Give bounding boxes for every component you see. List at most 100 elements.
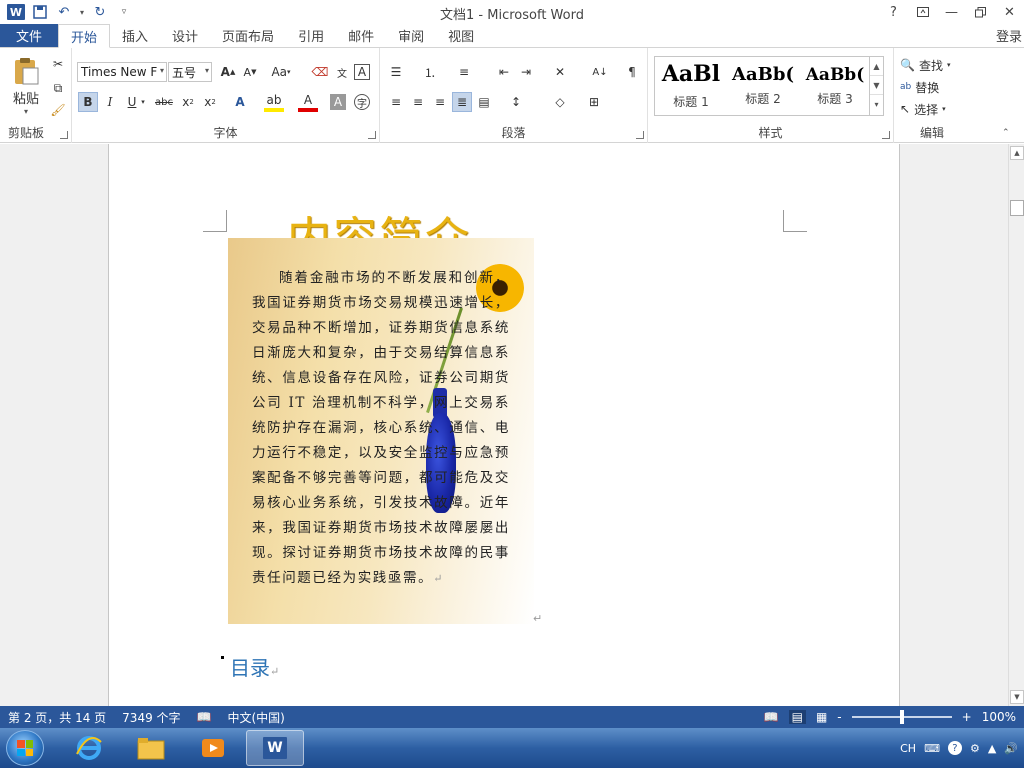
justify-icon[interactable]: ≣ (452, 92, 472, 112)
show-hidden-icons-icon[interactable]: ▲ (988, 742, 996, 755)
tab-file[interactable]: 文件 (0, 24, 58, 47)
word-count[interactable]: 7349 个字 (114, 709, 188, 726)
text-effects-icon[interactable]: A (230, 92, 250, 112)
distributed-icon[interactable]: ▤ (474, 92, 494, 112)
tab-references[interactable]: 引用 (286, 24, 336, 47)
show-formatting-marks-icon[interactable]: ¶ (622, 62, 642, 82)
font-name-combo[interactable]: Times New F ▾ (77, 62, 167, 82)
enclose-characters-icon[interactable]: 字 (354, 94, 370, 110)
collapse-ribbon-icon[interactable]: ⌃ (1002, 128, 1010, 138)
internet-explorer-icon[interactable] (60, 730, 118, 766)
multilevel-list-icon[interactable]: ≡ (454, 62, 474, 82)
login-link[interactable]: 登录 (996, 26, 1022, 45)
intro-paragraph[interactable]: 随着金融市场的不断发展和创新，我国证券期货市场交易规模迅速增长，交易品种不断增加… (252, 266, 510, 591)
decrease-indent-icon[interactable]: ⇤ (494, 62, 514, 82)
redo-icon[interactable]: ↻ (90, 2, 110, 22)
paragraph-launcher-icon[interactable] (636, 131, 644, 139)
highlight-color-icon[interactable]: ab (264, 92, 284, 112)
document-page[interactable]: 内容简介↵ 随着金融市场的不断发展和创新，我国证券期货市场交易规模迅速增长，交易… (108, 144, 900, 706)
bullets-icon[interactable]: ☰ (386, 62, 406, 82)
style-heading-1[interactable]: AaBl 标题 1 (655, 57, 727, 115)
print-layout-icon[interactable]: ▤ (788, 710, 806, 724)
word-app-icon[interactable]: W (6, 2, 26, 22)
restore-icon[interactable] (966, 0, 995, 24)
zoom-out-button[interactable]: - (837, 710, 841, 724)
web-layout-icon[interactable]: ▦ (816, 710, 827, 724)
styles-scroll-down-icon[interactable]: ▼ (870, 76, 883, 95)
align-right-icon[interactable]: ≡ (430, 92, 450, 112)
underline-dropdown-icon[interactable]: ▾ (138, 92, 148, 112)
undo-dropdown-icon[interactable]: ▾ (78, 2, 86, 22)
copy-icon[interactable]: ⧉ (48, 78, 68, 98)
style-heading-3[interactable]: AaBb( 标题 3 (799, 57, 871, 115)
minimize-icon[interactable]: — (937, 0, 966, 24)
tab-page-layout[interactable]: 页面布局 (210, 24, 286, 47)
start-button[interactable] (6, 730, 44, 766)
chinese-layout-icon[interactable]: ✕ (550, 62, 570, 82)
keyboard-icon[interactable]: ⌨ (924, 742, 940, 755)
tab-review[interactable]: 审阅 (386, 24, 436, 47)
file-explorer-icon[interactable] (122, 730, 180, 766)
sort-icon[interactable]: A↓ (590, 62, 610, 82)
format-painter-icon[interactable]: 🖌 (48, 100, 68, 120)
zoom-in-button[interactable]: + (962, 710, 972, 724)
undo-icon[interactable]: ↶ (54, 2, 74, 22)
scroll-thumb[interactable] (1010, 200, 1024, 216)
find-button[interactable]: 🔍 查找 ▾ (900, 56, 950, 74)
scroll-down-icon[interactable]: ▼ (1010, 690, 1024, 704)
word-taskbar-icon[interactable]: W (246, 730, 304, 766)
customize-qat-icon[interactable]: ▿ (114, 2, 134, 22)
superscript-button[interactable]: x2 (200, 92, 220, 112)
character-border-icon[interactable]: A (354, 64, 370, 80)
styles-more-icon[interactable]: ▾ (870, 95, 883, 114)
zoom-level[interactable]: 100% (982, 710, 1016, 724)
paste-button[interactable]: 粘贴 ▾ (6, 54, 46, 118)
shading-icon[interactable]: ◇ (550, 92, 570, 112)
numbering-icon[interactable]: ⒈ (420, 62, 440, 82)
cut-icon[interactable]: ✂ (48, 54, 68, 74)
character-shading-icon[interactable]: A (330, 94, 346, 110)
help-button[interactable]: ? (879, 0, 908, 24)
zoom-slider[interactable] (851, 710, 952, 724)
input-language[interactable]: CH (900, 742, 916, 755)
zoom-thumb[interactable] (899, 710, 904, 724)
toc-heading[interactable]: 目录↵ (230, 652, 279, 681)
read-mode-icon[interactable]: 📖 (764, 710, 779, 724)
tab-insert[interactable]: 插入 (110, 24, 160, 47)
vertical-scrollbar[interactable]: ▲ ▼ (1008, 144, 1024, 706)
borders-icon[interactable]: ⊞ (584, 92, 604, 112)
tab-view[interactable]: 视图 (436, 24, 486, 47)
tab-home[interactable]: 开始 (58, 24, 111, 48)
proofing-icon[interactable]: 📖 (189, 710, 220, 724)
ribbon-display-options-icon[interactable] (908, 0, 937, 24)
align-center-icon[interactable]: ≡ (408, 92, 428, 112)
phonetic-guide-icon[interactable]: 文 (332, 62, 352, 82)
bold-button[interactable]: B (78, 92, 98, 112)
strikethrough-button[interactable]: abc (154, 92, 174, 112)
intro-text-box[interactable]: 随着金融市场的不断发展和创新，我国证券期货市场交易规模迅速增长，交易品种不断增加… (228, 238, 534, 624)
grow-font-icon[interactable]: A ▲ (218, 62, 238, 82)
increase-indent-icon[interactable]: ⇥ (516, 62, 536, 82)
shrink-font-icon[interactable]: A ▼ (240, 62, 260, 82)
volume-icon[interactable]: 🔊 (1004, 742, 1018, 755)
subscript-button[interactable]: x2 (178, 92, 198, 112)
styles-scroll-up-icon[interactable]: ▲ (870, 57, 883, 76)
font-color-icon[interactable]: A (298, 92, 318, 112)
save-icon[interactable] (30, 2, 50, 22)
language-indicator[interactable]: 中文(中国) (219, 709, 292, 726)
clipboard-launcher-icon[interactable] (60, 131, 68, 139)
tab-mailings[interactable]: 邮件 (336, 24, 386, 47)
select-button[interactable]: ↖ 选择 ▾ (900, 100, 946, 118)
font-launcher-icon[interactable] (368, 131, 376, 139)
styles-launcher-icon[interactable] (882, 131, 890, 139)
line-spacing-icon[interactable]: ↕ (506, 92, 526, 112)
align-left-icon[interactable]: ≡ (386, 92, 406, 112)
style-heading-2[interactable]: AaBb( 标题 2 (727, 57, 799, 115)
font-size-combo[interactable]: 五号 ▾ (168, 62, 212, 82)
scroll-up-icon[interactable]: ▲ (1010, 146, 1024, 160)
page-count[interactable]: 第 2 页，共 14 页 (0, 709, 114, 726)
settings-tray-icon[interactable]: ⚙ (970, 742, 980, 755)
close-icon[interactable]: ✕ (995, 0, 1024, 24)
media-player-icon[interactable] (184, 730, 242, 766)
replace-button[interactable]: ab 替换 (900, 78, 939, 96)
